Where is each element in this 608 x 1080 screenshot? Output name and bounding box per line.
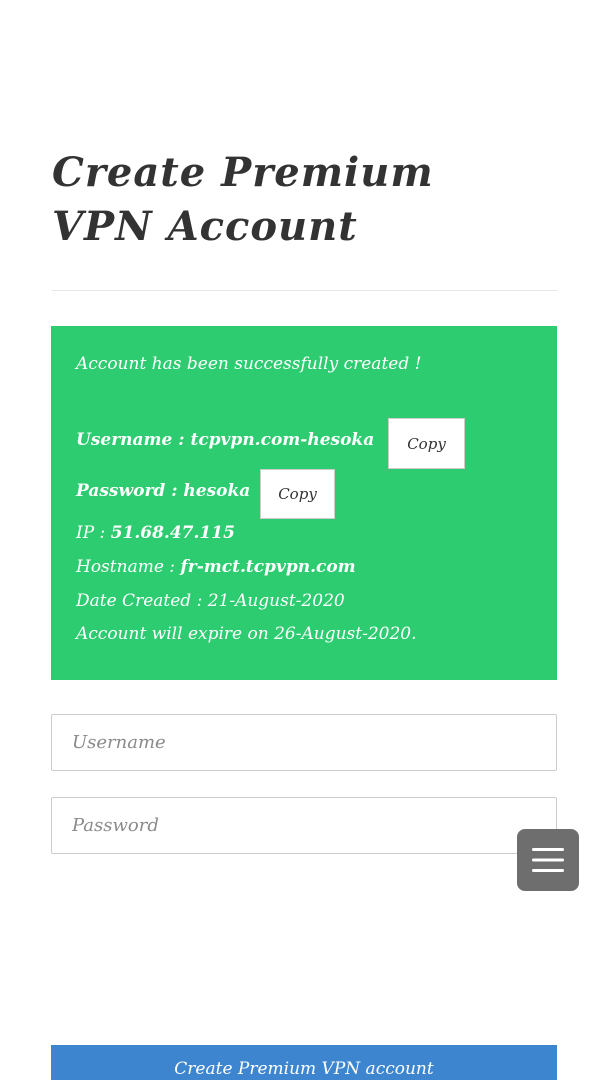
hostname-row: Hostname : fr-mct.tcpvpn.com	[76, 557, 356, 577]
password-input[interactable]	[51, 797, 557, 854]
copy-username-button[interactable]: Copy	[388, 418, 465, 469]
copy-password-button[interactable]: Copy	[260, 469, 335, 519]
page-title: Create Premium VPN Account	[52, 149, 434, 250]
ip-value: 51.68.47.115	[110, 523, 235, 543]
success-message: Account has been successfully created !	[76, 354, 422, 374]
username-label: Username :	[76, 430, 191, 450]
password-row: Password : hesoka	[76, 481, 250, 501]
username-value: tcpvpn.com-hesoka	[190, 430, 375, 450]
username-row: Username : tcpvpn.com-hesoka	[76, 430, 374, 450]
expiry-notice: Account will expire on 26-August-2020.	[76, 624, 417, 644]
date-created: Date Created : 21-August-2020	[76, 591, 345, 611]
hamburger-menu-icon	[532, 848, 564, 872]
success-alert: Account has been successfully created ! …	[51, 326, 557, 680]
create-account-button[interactable]: Create Premium VPN account	[51, 1045, 557, 1080]
menu-button[interactable]	[517, 829, 579, 891]
title-divider	[52, 290, 557, 291]
hostname-value: fr-mct.tcpvpn.com	[180, 557, 356, 577]
ip-label: IP :	[76, 523, 111, 543]
ip-row: IP : 51.68.47.115	[76, 523, 235, 543]
password-label: Password :	[76, 481, 184, 501]
hostname-label: Hostname :	[76, 557, 181, 577]
username-input[interactable]	[51, 714, 557, 771]
password-value: hesoka	[183, 481, 251, 501]
